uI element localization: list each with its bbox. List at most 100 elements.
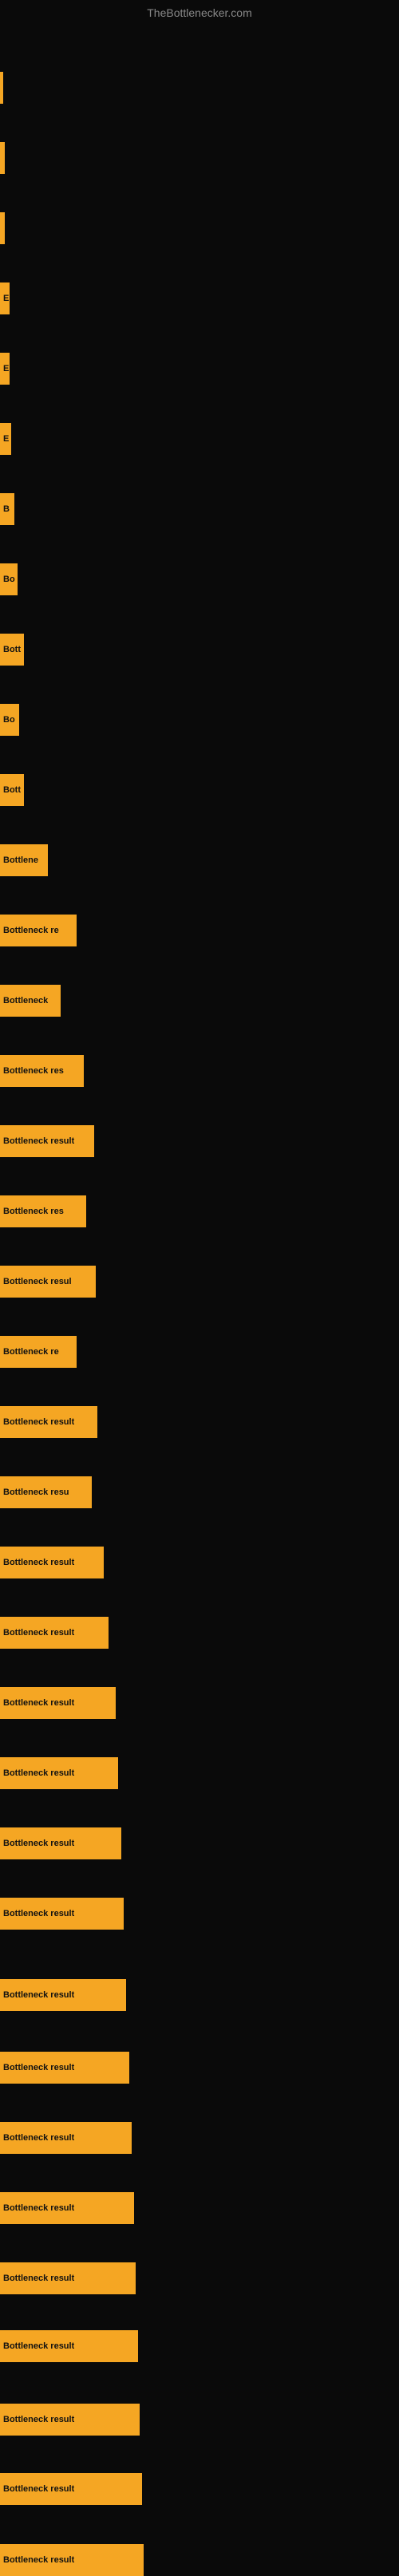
bar-row-33: Bottleneck result xyxy=(0,2330,399,2362)
bar-label-5: E xyxy=(3,364,9,373)
bar-label-11: Bott xyxy=(3,785,21,795)
bar-row-14: Bottleneck xyxy=(0,985,399,1017)
bar-label-35: Bottleneck result xyxy=(3,2484,74,2494)
bar-label-27: Bottleneck result xyxy=(3,1909,74,1918)
bar-14: Bottleneck xyxy=(0,985,61,1017)
bar-row-20: Bottleneck result xyxy=(0,1406,399,1438)
bar-label-36: Bottleneck result xyxy=(3,2555,74,2565)
bar-28: Bottleneck result xyxy=(0,1979,126,2011)
bar-label-18: Bottleneck resul xyxy=(3,1277,72,1286)
bar-9: Bott xyxy=(0,634,24,666)
bar-30: Bottleneck result xyxy=(0,2122,132,2154)
bar-label-6: E xyxy=(3,434,9,444)
bar-8: Bo xyxy=(0,563,18,595)
bar-label-34: Bottleneck result xyxy=(3,2415,74,2424)
bar-row-36: Bottleneck result xyxy=(0,2544,399,2576)
bar-33: Bottleneck result xyxy=(0,2330,138,2362)
bar-row-3 xyxy=(0,212,399,244)
bar-label-23: Bottleneck result xyxy=(3,1628,74,1638)
bar-32: Bottleneck result xyxy=(0,2262,136,2294)
bar-row-23: Bottleneck result xyxy=(0,1617,399,1649)
bar-label-9: Bott xyxy=(3,645,21,654)
bar-3 xyxy=(0,212,5,244)
bar-25: Bottleneck result xyxy=(0,1757,118,1789)
bar-row-4: E xyxy=(0,282,399,314)
bar-23: Bottleneck result xyxy=(0,1617,109,1649)
bar-row-10: Bo xyxy=(0,704,399,736)
bar-row-32: Bottleneck result xyxy=(0,2262,399,2294)
bar-12: Bottlene xyxy=(0,844,48,876)
bar-7: B xyxy=(0,493,14,525)
bar-6: E xyxy=(0,423,11,455)
bar-row-22: Bottleneck result xyxy=(0,1547,399,1578)
bar-row-29: Bottleneck result xyxy=(0,2052,399,2084)
bar-31: Bottleneck result xyxy=(0,2192,134,2224)
bar-label-24: Bottleneck result xyxy=(3,1698,74,1708)
bar-15: Bottleneck res xyxy=(0,1055,84,1087)
bar-21: Bottleneck resu xyxy=(0,1476,92,1508)
bar-row-30: Bottleneck result xyxy=(0,2122,399,2154)
bar-13: Bottleneck re xyxy=(0,915,77,946)
bar-label-22: Bottleneck result xyxy=(3,1558,74,1567)
bar-row-27: Bottleneck result xyxy=(0,1898,399,1930)
bar-34: Bottleneck result xyxy=(0,2404,140,2436)
bar-row-28: Bottleneck result xyxy=(0,1979,399,2011)
bar-row-26: Bottleneck result xyxy=(0,1827,399,1859)
bar-row-2 xyxy=(0,142,399,174)
bar-18: Bottleneck resul xyxy=(0,1266,96,1298)
bar-row-12: Bottlene xyxy=(0,844,399,876)
bar-19: Bottleneck re xyxy=(0,1336,77,1368)
bar-20: Bottleneck result xyxy=(0,1406,97,1438)
bar-label-10: Bo xyxy=(3,715,15,725)
bar-label-25: Bottleneck result xyxy=(3,1768,74,1778)
bar-label-16: Bottleneck result xyxy=(3,1136,74,1146)
bar-row-9: Bott xyxy=(0,634,399,666)
site-title: TheBottlenecker.com xyxy=(147,6,252,19)
bar-row-11: Bott xyxy=(0,774,399,806)
bar-label-33: Bottleneck result xyxy=(3,2341,74,2351)
bar-row-35: Bottleneck result xyxy=(0,2473,399,2505)
bar-5: E xyxy=(0,353,10,385)
bar-label-19: Bottleneck re xyxy=(3,1347,59,1357)
bar-label-17: Bottleneck res xyxy=(3,1207,64,1216)
bar-row-7: B xyxy=(0,493,399,525)
bar-row-5: E xyxy=(0,353,399,385)
bar-row-31: Bottleneck result xyxy=(0,2192,399,2224)
bar-label-29: Bottleneck result xyxy=(3,2063,74,2072)
bar-2 xyxy=(0,142,5,174)
bar-27: Bottleneck result xyxy=(0,1898,124,1930)
bar-label-4: E xyxy=(3,294,9,303)
bar-label-32: Bottleneck result xyxy=(3,2274,74,2283)
bar-label-15: Bottleneck res xyxy=(3,1066,64,1076)
bar-17: Bottleneck res xyxy=(0,1195,86,1227)
bar-label-30: Bottleneck result xyxy=(3,2133,74,2143)
bar-1 xyxy=(0,72,3,104)
bar-row-15: Bottleneck res xyxy=(0,1055,399,1087)
bar-row-34: Bottleneck result xyxy=(0,2404,399,2436)
bar-row-17: Bottleneck res xyxy=(0,1195,399,1227)
bar-label-20: Bottleneck result xyxy=(3,1417,74,1427)
bar-row-13: Bottleneck re xyxy=(0,915,399,946)
bar-row-1 xyxy=(0,72,399,104)
bar-label-14: Bottleneck xyxy=(3,996,48,1006)
bar-label-31: Bottleneck result xyxy=(3,2203,74,2213)
bar-row-25: Bottleneck result xyxy=(0,1757,399,1789)
bar-label-12: Bottlene xyxy=(3,855,38,865)
bar-29: Bottleneck result xyxy=(0,2052,129,2084)
bar-label-8: Bo xyxy=(3,575,15,584)
bar-35: Bottleneck result xyxy=(0,2473,142,2505)
bar-row-19: Bottleneck re xyxy=(0,1336,399,1368)
bar-row-16: Bottleneck result xyxy=(0,1125,399,1157)
bar-16: Bottleneck result xyxy=(0,1125,94,1157)
bar-26: Bottleneck result xyxy=(0,1827,121,1859)
bar-36: Bottleneck result xyxy=(0,2544,144,2576)
bar-10: Bo xyxy=(0,704,19,736)
bar-row-18: Bottleneck resul xyxy=(0,1266,399,1298)
bar-row-8: Bo xyxy=(0,563,399,595)
bar-4: E xyxy=(0,282,10,314)
bar-label-13: Bottleneck re xyxy=(3,926,59,935)
bar-row-21: Bottleneck resu xyxy=(0,1476,399,1508)
bar-11: Bott xyxy=(0,774,24,806)
bar-row-6: E xyxy=(0,423,399,455)
bar-label-21: Bottleneck resu xyxy=(3,1488,69,1497)
